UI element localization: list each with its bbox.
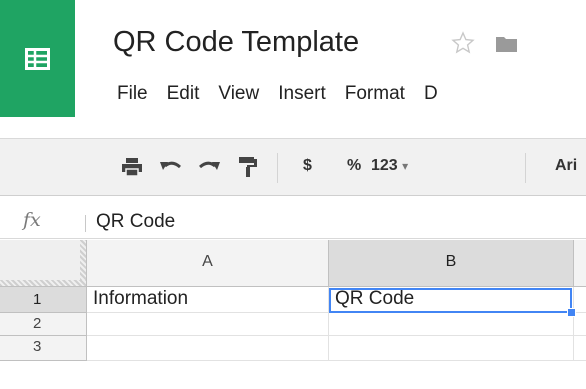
paint-format-icon bbox=[239, 157, 257, 177]
more-formats-button[interactable]: 123 ▾ bbox=[371, 157, 408, 175]
toolbar-divider bbox=[277, 153, 278, 183]
menu-format[interactable]: Format bbox=[345, 83, 405, 109]
freeze-row-handle[interactable] bbox=[0, 280, 86, 286]
print-button[interactable] bbox=[117, 152, 147, 182]
chevron-down-icon: ▾ bbox=[402, 159, 409, 173]
percent-format-button[interactable]: % bbox=[347, 157, 361, 175]
spreadsheet-grid: A B 1 Information QR Code 2 3 bbox=[0, 240, 586, 389]
menu-insert[interactable]: Insert bbox=[278, 83, 326, 109]
cell-b1[interactable]: QR Code bbox=[329, 287, 574, 313]
folder-icon[interactable] bbox=[496, 36, 517, 52]
column-header-c[interactable] bbox=[574, 240, 586, 287]
cell-b3[interactable] bbox=[329, 336, 574, 361]
column-header-b[interactable]: B bbox=[329, 240, 574, 287]
formula-input[interactable]: QR Code bbox=[96, 211, 175, 233]
document-title[interactable]: QR Code Template bbox=[113, 26, 359, 59]
redo-button[interactable] bbox=[194, 152, 224, 182]
menu-data[interactable]: D bbox=[424, 83, 438, 109]
undo-button[interactable] bbox=[156, 152, 186, 182]
menu-edit[interactable]: Edit bbox=[167, 83, 200, 109]
more-formats-label: 123 bbox=[371, 157, 398, 174]
cell-a1[interactable]: Information bbox=[87, 287, 329, 313]
cell-a3[interactable] bbox=[87, 336, 329, 361]
toolbar: $ % 123 ▾ Ari bbox=[0, 138, 586, 196]
fill-handle[interactable] bbox=[567, 308, 576, 317]
redo-icon bbox=[199, 161, 220, 170]
row-header-1[interactable]: 1 bbox=[0, 287, 87, 313]
paint-format-button[interactable] bbox=[233, 152, 263, 182]
row-header-3[interactable]: 3 bbox=[0, 336, 87, 361]
cell-c3[interactable] bbox=[574, 336, 586, 361]
cell-b1-value: QR Code bbox=[335, 288, 415, 309]
cell-b2[interactable] bbox=[329, 313, 574, 336]
fx-icon: fx bbox=[23, 209, 41, 231]
cell-a2[interactable] bbox=[87, 313, 329, 336]
menu-bar: File Edit View Insert Format D bbox=[117, 83, 457, 109]
spreadsheet-icon bbox=[25, 48, 50, 70]
font-family-select[interactable]: Ari bbox=[555, 157, 577, 175]
toolbar-divider bbox=[525, 153, 526, 183]
print-icon bbox=[122, 158, 142, 177]
undo-icon bbox=[160, 161, 181, 170]
currency-format-button[interactable]: $ bbox=[303, 157, 312, 175]
formula-divider bbox=[85, 215, 86, 232]
formula-bar: fx QR Code bbox=[0, 206, 586, 239]
select-all-corner[interactable] bbox=[0, 240, 87, 287]
column-header-a[interactable]: A bbox=[87, 240, 329, 287]
sheets-logo[interactable] bbox=[0, 0, 75, 117]
cell-a1-value: Information bbox=[93, 288, 189, 309]
star-icon[interactable] bbox=[451, 31, 475, 55]
row-header-2[interactable]: 2 bbox=[0, 313, 87, 336]
menu-file[interactable]: File bbox=[117, 83, 148, 109]
menu-view[interactable]: View bbox=[218, 83, 259, 109]
